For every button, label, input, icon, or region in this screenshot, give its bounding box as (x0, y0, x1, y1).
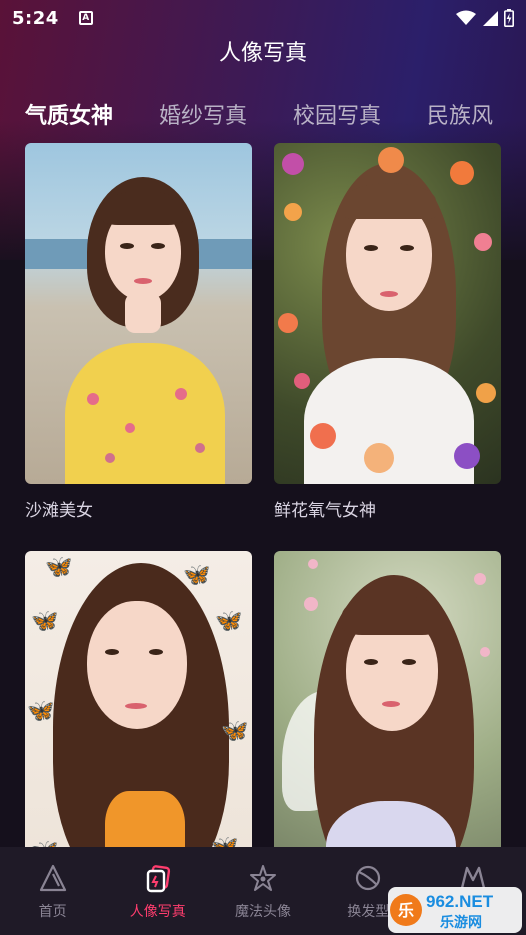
status-icons (456, 9, 514, 27)
nav-magic-avatar[interactable]: 魔法头像 (210, 847, 315, 935)
template-card[interactable]: 鲜花氧气女神 (274, 143, 501, 521)
nav-portrait[interactable]: 人像写真 (105, 847, 210, 935)
status-bar: 5:24 A (0, 0, 526, 36)
card-title: 鲜花氧气女神 (274, 501, 376, 521)
hairstyle-icon (356, 865, 381, 891)
tab-xiaoyuan-xiezhen[interactable]: 校园写真 (293, 98, 381, 130)
nav-magic-avatar-label: 魔法头像 (235, 904, 291, 920)
card-title: 沙滩美女 (25, 501, 93, 521)
nav-home-label: 首页 (38, 904, 67, 920)
cell-signal-icon (483, 11, 498, 26)
tab-qizhi-nvshen[interactable]: 气质女神 (25, 98, 113, 130)
watermark-logo: 乐 962.NET 乐游网 (388, 887, 522, 933)
fairy-portrait-photo (274, 551, 501, 892)
watermark-brand: 962.NET (426, 892, 494, 911)
home-triangle-icon (39, 864, 66, 892)
notification-a-icon: A (78, 11, 93, 25)
tab-hunsha-xiezhen[interactable]: 婚纱写真 (159, 98, 247, 130)
template-card[interactable] (274, 551, 501, 892)
svg-text:乐: 乐 (398, 902, 414, 920)
template-card[interactable]: 沙滩美女 (25, 143, 252, 521)
status-time: 5:24 (12, 7, 59, 29)
tab-minzufeng[interactable]: 民族风 (427, 98, 493, 130)
nav-home[interactable]: 首页 (0, 847, 105, 935)
magic-star-icon (250, 865, 276, 891)
portrait-cards-icon (146, 865, 170, 893)
nav-portrait-label: 人像写真 (129, 904, 186, 920)
battery-icon (504, 9, 514, 27)
beach-portrait-photo (25, 143, 252, 484)
nav-hairstyle-label: 换发型 (347, 904, 390, 920)
butterfly-portrait-photo: 🦋 🦋 🦋 🦋 🦋 🦋 🦋 🦋 (25, 551, 252, 892)
watermark-sub: 乐游网 (440, 914, 482, 931)
template-card[interactable]: 🦋 🦋 🦋 🦋 🦋 🦋 🦋 🦋 (25, 551, 252, 892)
wifi-icon (456, 10, 476, 25)
flower-portrait-photo (274, 143, 501, 484)
page-title: 人像写真 (218, 41, 307, 66)
category-tabs: 气质女神 婚纱写真 校园写真 民族风 (0, 92, 526, 136)
